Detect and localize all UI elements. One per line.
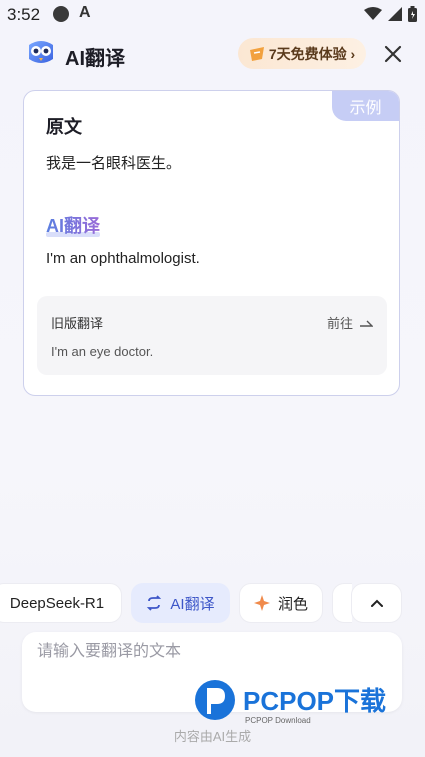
translate-input[interactable] bbox=[35, 642, 339, 662]
watermark-sub: PCPOP Download bbox=[245, 716, 311, 725]
owl-logo-icon bbox=[29, 41, 53, 63]
pcpop-watermark-logo: PCPOP下载 PCPOP Download bbox=[195, 680, 386, 725]
status-time: 3:52 bbox=[7, 5, 41, 24]
legacy-translation-title: 旧版翻译 bbox=[51, 316, 104, 331]
app-header: AI翻译 7天免费体验 › bbox=[0, 30, 425, 78]
legacy-translation-text: I'm an eye doctor. bbox=[51, 344, 154, 359]
app-title: AI翻译 bbox=[65, 48, 125, 70]
free-trial-label: 7天免费体验 › bbox=[268, 45, 356, 62]
watermark-brand: PCPOP下载 bbox=[243, 686, 386, 716]
status-a-icon: A bbox=[79, 4, 91, 21]
model-chip-deepseek[interactable]: DeepSeek-R1 bbox=[0, 583, 122, 623]
swap-icon bbox=[147, 595, 162, 611]
legacy-translation-box: 旧版翻译 前往 I'm an eye doctor. bbox=[37, 296, 387, 375]
goto-label: 前往 bbox=[326, 316, 353, 331]
battery-icon bbox=[408, 6, 417, 22]
notification-dot-icon bbox=[53, 6, 69, 22]
source-heading: 原文 bbox=[46, 117, 82, 137]
source-text: 我是一名眼科医生。 bbox=[46, 155, 182, 172]
model-chip-partial[interactable] bbox=[332, 583, 352, 623]
model-chip-label: 润色 bbox=[277, 595, 308, 613]
chevron-up-icon bbox=[370, 599, 383, 607]
system-icons bbox=[364, 6, 417, 22]
model-chip-label: AI翻译 bbox=[170, 595, 215, 613]
status-bar: 3:52 A bbox=[0, 0, 425, 30]
ai-translation-text: I'm an ophthalmologist. bbox=[46, 250, 200, 267]
expand-up-button[interactable] bbox=[351, 583, 402, 623]
goto-legacy-link[interactable]: 前往 bbox=[327, 313, 373, 332]
ticket-icon bbox=[249, 46, 264, 61]
model-chip-ai-translate[interactable]: AI翻译 bbox=[131, 583, 230, 623]
signal-icon bbox=[388, 7, 402, 21]
wifi-icon bbox=[364, 7, 382, 20]
ai-translation-heading: AI翻译 bbox=[46, 212, 100, 238]
close-icon[interactable] bbox=[383, 44, 403, 64]
model-chip-polish[interactable]: 润色 bbox=[239, 583, 323, 623]
example-card: 示例 原文 我是一名眼科医生。 AI翻译 I'm an ophthalmolog… bbox=[23, 90, 400, 396]
example-tag: 示例 bbox=[332, 91, 399, 121]
model-selector-row: DeepSeek-R1 AI翻译 润色 bbox=[0, 583, 425, 623]
arrow-icon bbox=[360, 320, 373, 327]
free-trial-button[interactable]: 7天免费体验 › bbox=[238, 38, 366, 69]
ai-generated-note: 内容由AI生成 bbox=[173, 729, 252, 744]
sparkle-icon bbox=[253, 595, 270, 611]
model-chip-label: DeepSeek-R1 bbox=[9, 594, 105, 612]
